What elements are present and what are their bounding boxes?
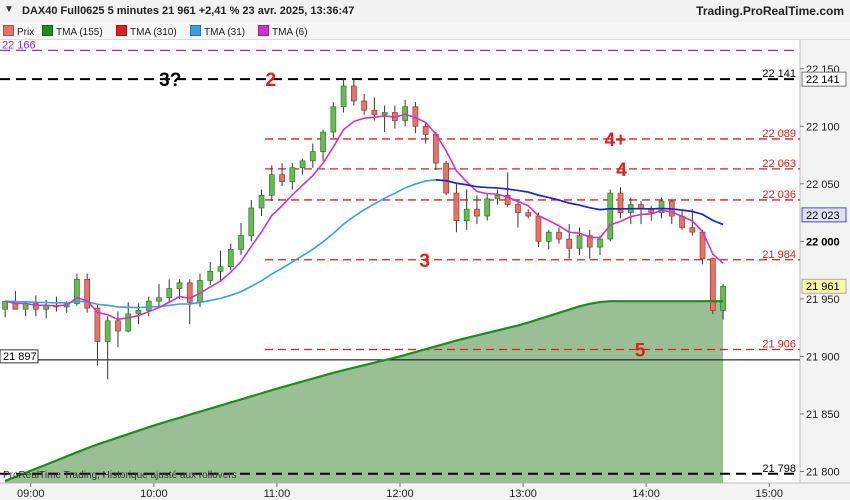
candle-body xyxy=(566,238,573,249)
level-label: 22 036 xyxy=(762,189,796,201)
candle-body xyxy=(279,174,285,182)
price-axis-marker-label: 21 961 xyxy=(806,281,840,293)
wave-annotation: 3? xyxy=(159,70,181,91)
wave-annotation: 4 xyxy=(616,160,627,181)
candle-body xyxy=(176,282,183,289)
x-tick-label: 14:00 xyxy=(632,488,660,500)
candle-body xyxy=(299,160,306,169)
candle-body xyxy=(371,109,378,116)
y-tick-label: 22 100 xyxy=(806,121,840,133)
y-tick-label: 21 900 xyxy=(806,351,840,363)
x-tick-label: 15:00 xyxy=(755,488,783,500)
candle-body xyxy=(720,285,726,311)
candle-body xyxy=(463,208,470,222)
candle-body xyxy=(238,235,244,250)
price-chart[interactable]: 22 15022 10022 05022 00021 95021 90021 8… xyxy=(0,0,850,500)
candle-body xyxy=(217,266,224,272)
candle-body xyxy=(433,134,439,164)
candle-body xyxy=(381,112,388,116)
candle-body xyxy=(115,320,121,332)
candle-body xyxy=(258,194,265,209)
candle-body xyxy=(340,85,347,108)
wave-annotation: 3 xyxy=(419,251,430,272)
footer-note: ProRealTime Trading, Historique ajusté a… xyxy=(3,470,237,481)
candle-body xyxy=(597,238,603,248)
price-axis-marker-label: 22 000 xyxy=(806,236,840,248)
level-label: 21 906 xyxy=(762,339,796,351)
x-tick-label: 10:00 xyxy=(140,488,168,500)
candle-body xyxy=(709,258,716,311)
candle-body xyxy=(289,167,296,182)
time-axis-panel xyxy=(0,483,850,500)
candle-body xyxy=(156,297,162,302)
wave-annotation: 4+ xyxy=(605,130,627,151)
candle-body xyxy=(525,212,532,217)
candle-body xyxy=(43,305,50,310)
candle-body xyxy=(515,204,521,213)
level-label: 22 141 xyxy=(762,68,796,80)
candle-body xyxy=(186,282,193,303)
price-axis-marker-label: 22 023 xyxy=(806,210,840,222)
candle-body xyxy=(135,310,142,315)
wave-annotation: 5 xyxy=(635,341,646,362)
candle-body xyxy=(474,208,480,217)
level-label: 22 063 xyxy=(762,158,796,170)
wave-annotation: 2 xyxy=(265,70,276,91)
price-axis-marker-label: 22 141 xyxy=(806,74,840,86)
candle-body xyxy=(576,235,583,249)
y-tick-label: 21 950 xyxy=(806,294,840,306)
candle-body xyxy=(422,125,429,135)
candle-body xyxy=(320,131,326,152)
level-label: 22 166 xyxy=(2,39,36,51)
candle-body xyxy=(268,174,275,196)
candle-body xyxy=(361,100,367,111)
candle-body xyxy=(248,207,255,236)
candle-body xyxy=(309,151,316,162)
candle-body xyxy=(443,162,450,194)
y-tick-label: 21 800 xyxy=(806,466,840,478)
level-label: 21 798 xyxy=(762,463,796,475)
candle-body xyxy=(494,194,501,200)
candle-body xyxy=(556,231,562,240)
candle-body xyxy=(535,215,542,242)
candle-body xyxy=(607,192,614,240)
y-tick-label: 22 050 xyxy=(806,179,840,191)
left-price-label: 21 897 xyxy=(3,351,37,363)
candle-body xyxy=(207,270,214,281)
candle-body xyxy=(125,313,132,332)
candle-body xyxy=(104,320,111,342)
x-tick-label: 12:00 xyxy=(386,488,414,500)
x-tick-label: 09:00 xyxy=(17,488,45,500)
candle-body xyxy=(227,249,234,268)
level-label: 22 089 xyxy=(762,128,796,140)
x-tick-label: 13:00 xyxy=(509,488,537,500)
candle-body xyxy=(484,198,491,217)
candle-body xyxy=(350,85,357,102)
candle-body xyxy=(545,231,552,242)
candle-body xyxy=(330,106,337,133)
candle-body xyxy=(166,288,173,299)
candle-body xyxy=(453,192,460,222)
candle-body xyxy=(689,227,696,233)
candle-body xyxy=(145,300,152,311)
x-tick-label: 11:00 xyxy=(264,488,291,500)
level-label: 21 984 xyxy=(762,249,796,261)
y-tick-label: 21 850 xyxy=(806,409,840,421)
